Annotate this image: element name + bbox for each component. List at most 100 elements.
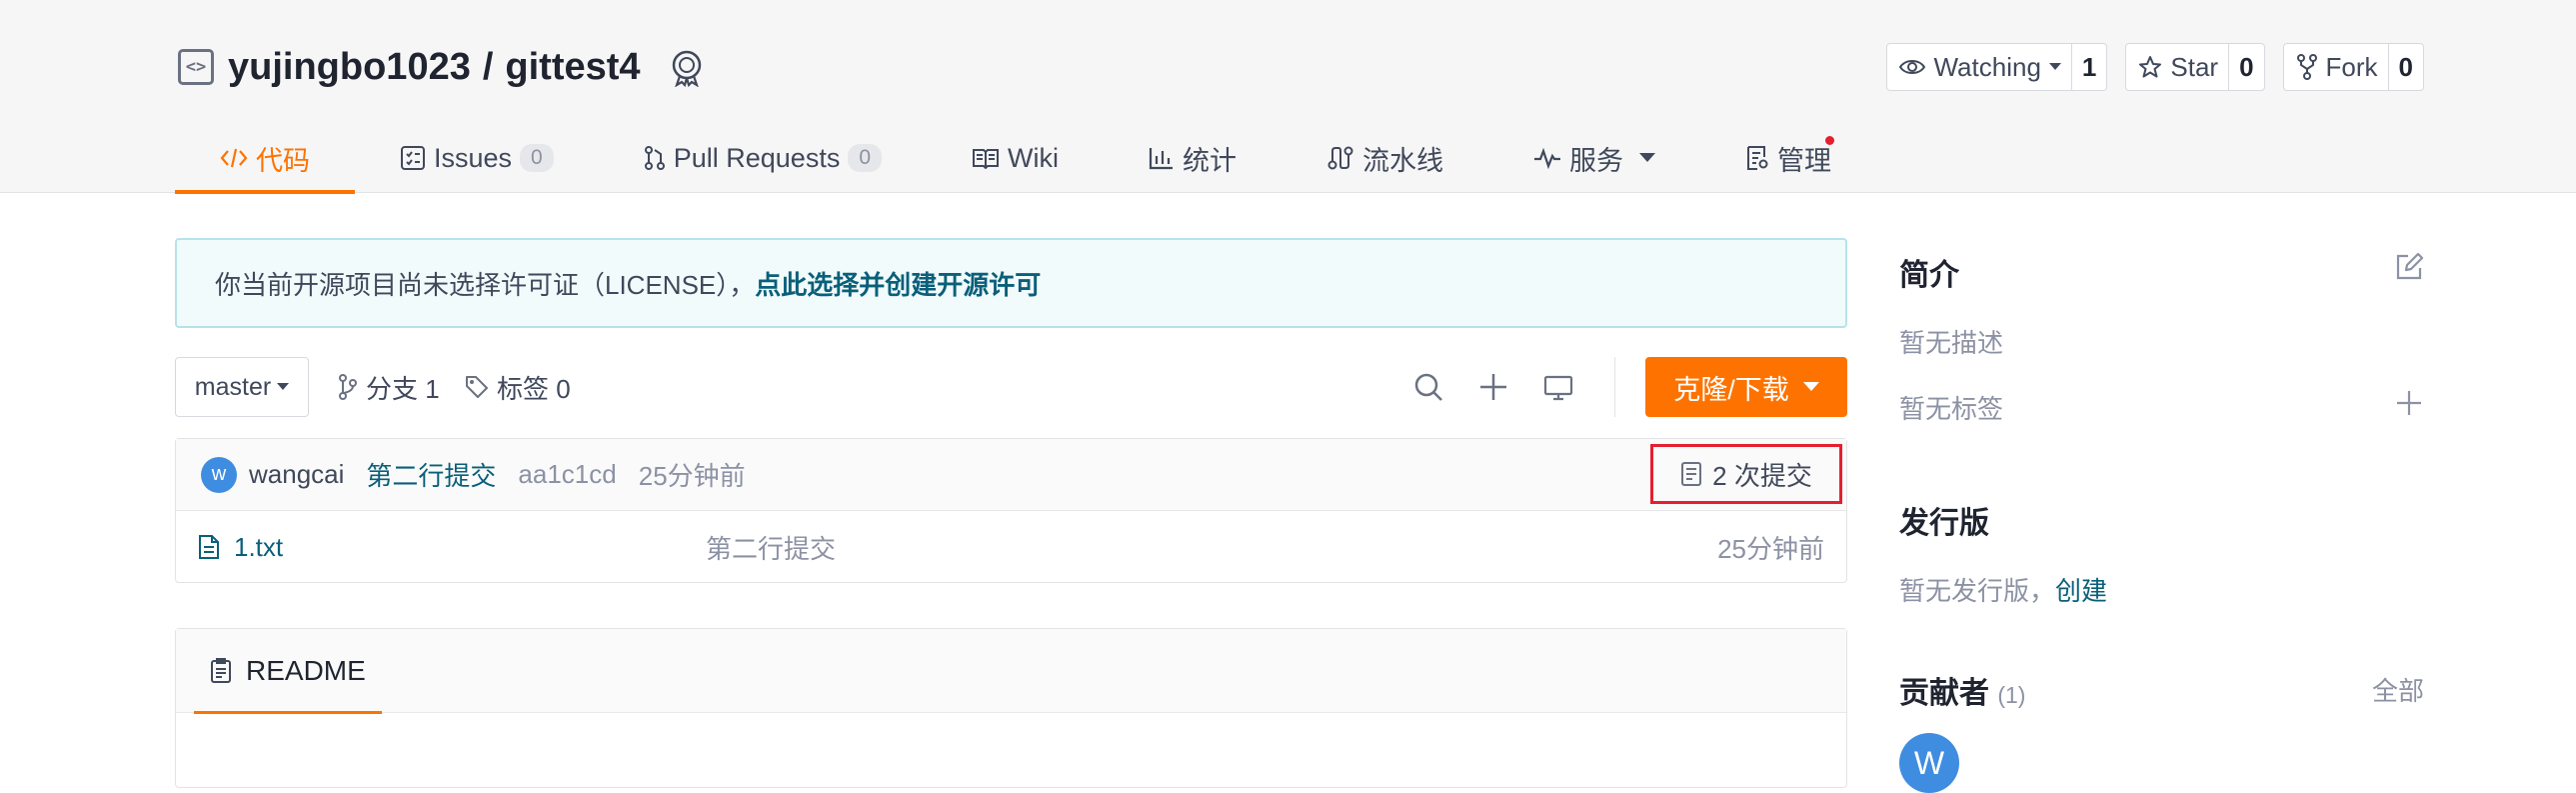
tab-issues[interactable]: Issues 0 <box>355 122 599 194</box>
pull-request-icon <box>644 146 665 170</box>
create-release-link[interactable]: 创建 <box>2055 576 2107 606</box>
recommended-badge-icon[interactable] <box>667 47 707 87</box>
no-releases-text: 暂无发行版， <box>1899 576 2056 606</box>
caret-down-icon <box>277 383 290 390</box>
caret-down-icon <box>1802 382 1819 391</box>
tab-issues-label: Issues <box>434 142 513 173</box>
tag-icon <box>466 376 488 398</box>
fork-icon <box>2296 54 2317 80</box>
tab-code[interactable]: 代码 <box>175 122 355 194</box>
readme-panel: README <box>175 628 1847 788</box>
avatar[interactable]: W <box>1899 733 1959 793</box>
notification-dot <box>1825 136 1834 145</box>
caret-down-icon <box>1639 153 1655 162</box>
no-tags: 暂无标签 <box>1899 394 2004 424</box>
fork-button[interactable]: Fork 0 <box>2282 43 2424 91</box>
add-file-icon[interactable] <box>1477 371 1509 403</box>
tab-pipeline-label: 流水线 <box>1362 145 1443 176</box>
book-icon <box>973 149 1000 169</box>
readme-header: README <box>176 629 1846 714</box>
branches-link[interactable]: 分支 1 <box>338 357 440 417</box>
repo-owner-link[interactable]: yujingbo1023 <box>228 46 471 89</box>
search-icon[interactable] <box>1412 371 1444 403</box>
tab-stats[interactable]: 统计 <box>1104 122 1282 194</box>
tab-manage[interactable]: 管理 <box>1700 122 1876 194</box>
branch-toolbar: master 分支 1 标签 0 克隆/下载 <box>175 357 1847 417</box>
clone-download-label: 克隆/下载 <box>1673 374 1789 405</box>
pipeline-icon <box>1327 146 1353 170</box>
file-commit-message-link[interactable]: 第二行提交 <box>706 529 836 566</box>
file-name-link[interactable]: 1.txt <box>234 532 283 563</box>
tab-pull-requests[interactable]: Pull Requests 0 <box>599 122 927 194</box>
repo-tabs: 代码 Issues 0 Pull Requests 0 Wiki 统计 流水线 … <box>175 122 1876 194</box>
tags-label: 标签 0 <box>497 373 571 404</box>
star-count[interactable]: 0 <box>2228 44 2263 90</box>
commit-time: 25分钟前 <box>638 461 746 491</box>
branch-select-label: master <box>194 372 272 401</box>
commits-count-label: 2 次提交 <box>1712 460 1812 491</box>
table-row: 1.txt 第二行提交 25分钟前 <box>176 511 1846 583</box>
commit-sha-link[interactable]: aa1c1cd <box>518 459 616 490</box>
license-notice-text: 你当前开源项目尚未选择许可证（LICENSE）， <box>215 269 756 300</box>
tab-code-label: 代码 <box>256 145 310 176</box>
commit-list-icon <box>1681 462 1702 486</box>
intro-title: 简介 <box>1899 259 1959 292</box>
branch-select[interactable]: master <box>175 357 309 417</box>
no-description: 暂无描述 <box>1899 328 2004 358</box>
repo-name-link[interactable]: gittest4 <box>505 46 640 89</box>
contributors-count: (1) <box>1997 682 2026 708</box>
latest-commit-row: w wangcai 第二行提交 aa1c1cd 25分钟前 2 次提交 <box>176 439 1846 511</box>
issues-icon <box>401 146 425 170</box>
contributors-title: 贡献者 (1) <box>1899 668 2025 712</box>
tab-pipeline[interactable]: 流水线 <box>1282 122 1488 194</box>
commit-author-link[interactable]: wangcai <box>249 459 344 490</box>
watch-label: Watching <box>1933 51 2041 82</box>
no-releases: 暂无发行版，创建 <box>1899 571 2107 608</box>
add-tag-icon[interactable] <box>2394 388 2424 418</box>
tab-manage-label: 管理 <box>1777 145 1831 176</box>
commit-message-link[interactable]: 第二行提交 <box>366 456 496 493</box>
repo-actions: Watching 1 Star 0 Fork 0 <box>1886 43 2424 91</box>
star-icon <box>2139 56 2162 78</box>
bar-chart-icon <box>1149 148 1173 170</box>
repo-code-icon: <> <box>178 49 214 85</box>
toolbar-divider <box>1614 357 1615 417</box>
create-license-link[interactable]: 点此选择并创建开源许可 <box>755 265 1041 302</box>
edit-icon[interactable] <box>2394 252 2424 282</box>
readme-tab[interactable]: README <box>194 629 382 714</box>
tab-services-label: 服务 <box>1569 145 1623 176</box>
file-list: w wangcai 第二行提交 aa1c1cd 25分钟前 2 次提交 1.tx… <box>175 438 1847 583</box>
tab-services[interactable]: 服务 <box>1488 122 1700 194</box>
pulse-icon <box>1534 147 1560 169</box>
web-ide-icon[interactable] <box>1542 371 1574 403</box>
tab-wiki-label: Wiki <box>1008 142 1059 173</box>
repo-separator: / <box>482 45 494 88</box>
manage-icon <box>1747 146 1768 170</box>
star-button[interactable]: Star 0 <box>2125 43 2265 91</box>
license-notice: 你当前开源项目尚未选择许可证（LICENSE）， 点此选择并创建开源许可 <box>175 238 1847 328</box>
eye-icon <box>1899 60 1926 74</box>
branches-label: 分支 1 <box>366 373 440 404</box>
tab-wiki[interactable]: Wiki <box>927 122 1104 194</box>
readme-title: README <box>246 655 366 686</box>
tab-pull-requests-label: Pull Requests <box>673 142 841 173</box>
readme-icon <box>211 658 231 683</box>
all-contributors-link[interactable]: 全部 <box>2372 671 2424 708</box>
file-commit-time: 25分钟前 <box>1717 533 1824 564</box>
fork-label: Fork <box>2325 51 2378 82</box>
watch-count[interactable]: 1 <box>2070 44 2106 90</box>
watch-button[interactable]: Watching 1 <box>1886 43 2108 91</box>
fork-count[interactable]: 0 <box>2387 44 2423 90</box>
tags-link[interactable]: 标签 0 <box>465 357 571 417</box>
contributors-title-text: 贡献者 <box>1899 677 1989 710</box>
pull-requests-count-badge: 0 <box>848 144 883 172</box>
releases-title: 发行版 <box>1899 507 1989 540</box>
code-icon <box>220 148 248 168</box>
star-label: Star <box>2170 51 2219 82</box>
file-icon <box>199 535 219 559</box>
commits-count-link[interactable]: 2 次提交 <box>1650 444 1842 504</box>
caret-down-icon <box>2048 63 2061 70</box>
avatar[interactable]: w <box>201 456 237 493</box>
branch-icon <box>339 374 357 400</box>
clone-download-button[interactable]: 克隆/下载 <box>1645 357 1847 417</box>
